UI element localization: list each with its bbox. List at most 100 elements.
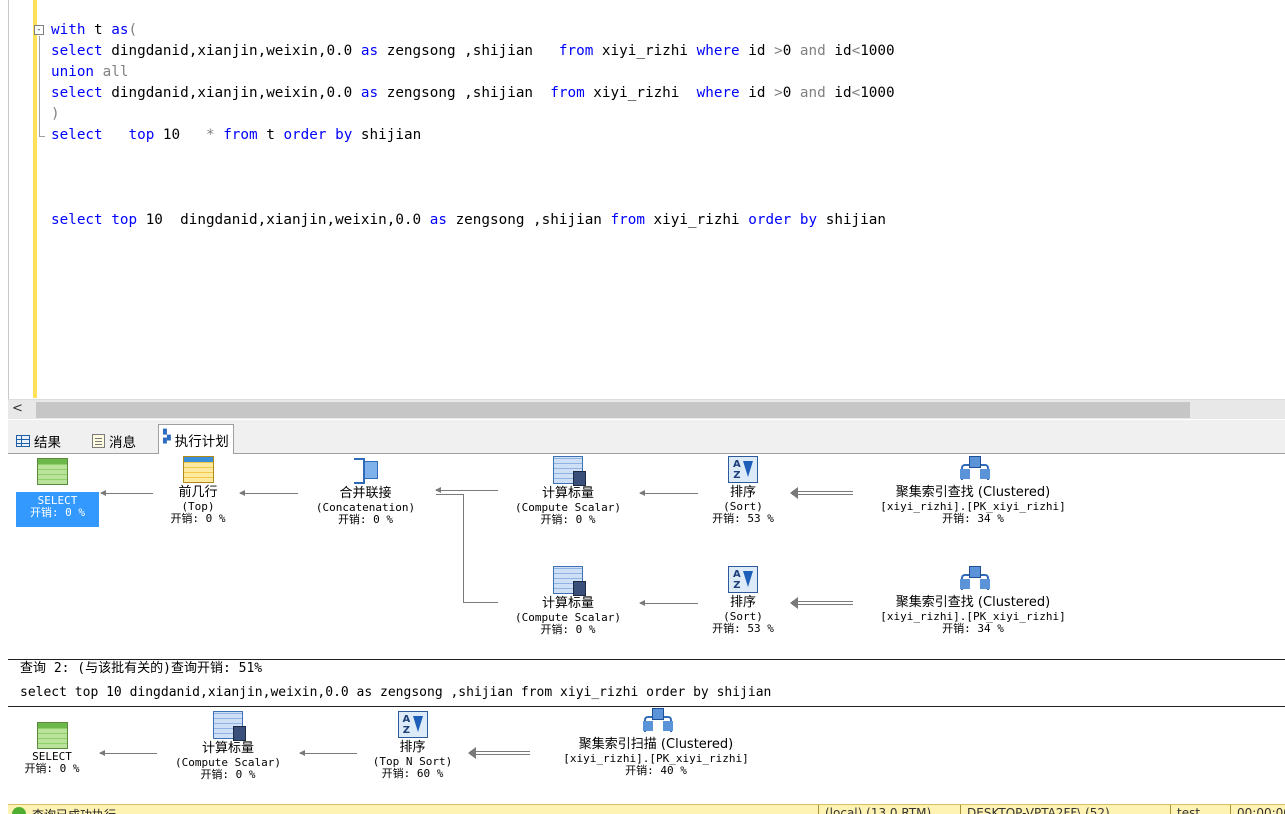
code-token: 10 dingdanid,xianjin,weixin,0.0 (137, 212, 430, 228)
code-token: 1000 (860, 43, 895, 59)
code-token: as (360, 43, 379, 59)
node-cost: 开销: 40 % (625, 764, 687, 777)
code-token: all (102, 64, 129, 80)
code-line[interactable]: ) (51, 105, 60, 123)
plan-connector (463, 602, 498, 603)
clustered-index-seek-icon (957, 456, 990, 483)
plan2-select-node[interactable]: SELECT 开销: 0 % (16, 722, 88, 775)
code-token: select (51, 212, 103, 228)
plan1-compute-node-2[interactable]: 计算标量 (Compute Scalar) 开销: 0 % (503, 566, 633, 636)
code-token: from (550, 85, 585, 101)
node-cost: 开销: 0 % (540, 623, 596, 636)
scroll-left-icon[interactable]: < (12, 401, 23, 416)
code-token: from (610, 212, 645, 228)
plan-arrow (435, 487, 498, 493)
code-token: from (223, 127, 258, 143)
code-token: 10 (154, 127, 206, 143)
plan1-select-cost: 开销: 0 % (29, 506, 86, 519)
plan-connector (436, 494, 463, 495)
code-line[interactable]: select dingdanid,xianjin,weixin,0.0 as z… (51, 42, 895, 60)
code-token: zengsong ,shijian (446, 212, 611, 228)
code-token: < (851, 85, 861, 101)
status-separator (1170, 805, 1171, 814)
code-token: xiyi_rizhi (584, 85, 697, 101)
code-line[interactable]: with t as( (51, 21, 137, 39)
query2-cost-header: 查询 2: (与该批有关的)查询开销: 51% (20, 661, 263, 676)
scrollbar-thumb[interactable] (36, 402, 1190, 418)
status-server: (local) (13.0 RTM) (825, 806, 932, 814)
code-token: select (51, 127, 103, 143)
tab-results[interactable]: 结果 (12, 428, 65, 454)
plan1-select-node[interactable]: SELECT 开销: 0 % (16, 492, 99, 527)
plan1-compute-node-1[interactable]: 计算标量 (Compute Scalar) 开销: 0 % (503, 456, 633, 526)
plan-arrow (99, 750, 157, 756)
select-icon (36, 722, 68, 749)
node-name: 排序 (399, 740, 426, 755)
plan1-select-icon-wrap (30, 458, 74, 487)
sort-icon: AZ (397, 711, 428, 738)
code-token: t (257, 127, 284, 143)
plan2-compute-node[interactable]: 计算标量 (Compute Scalar) 开销: 0 % (163, 711, 293, 781)
plan1-sort-node-2[interactable]: AZ 排序 (Sort) 开销: 53 % (698, 566, 788, 635)
sort-icon: AZ (728, 566, 758, 593)
status-database: test (1177, 806, 1201, 814)
code-token: by (799, 212, 818, 228)
sql-editor[interactable]: - with t as(select dingdanid,xianjin,wei… (0, 0, 1285, 400)
code-token: xiyi_rizhi (644, 212, 749, 228)
node-cost: 开销: 0 % (337, 513, 394, 526)
plan-arrow (639, 490, 698, 496)
plan1-sort-node-1[interactable]: AZ 排序 (Sort) 开销: 53 % (698, 456, 788, 525)
code-token: 0 (782, 85, 800, 101)
code-token: order (748, 212, 792, 228)
node-name: 排序 (729, 595, 756, 610)
code-token: as (111, 22, 129, 38)
status-separator (818, 805, 819, 814)
code-token: ) (51, 106, 60, 122)
plan-arrow (639, 600, 698, 606)
code-line[interactable]: select top 10 * from t order by shijian (51, 126, 421, 144)
code-line[interactable]: select top 10 dingdanid,xianjin,weixin,0… (51, 211, 886, 229)
code-token: id (739, 43, 775, 59)
code-token: zengsong ,shijian (378, 43, 559, 59)
code-token: > (774, 85, 783, 101)
fold-guide-end (39, 136, 45, 137)
code-line[interactable]: select dingdanid,xianjin,weixin,0.0 as z… (51, 84, 895, 102)
tab-messages[interactable]: 消息 (88, 428, 140, 454)
code-token: > (774, 43, 783, 59)
execution-plan-pane[interactable]: SELECT 开销: 0 % 前几行 (Top) 开销: 0 % 合并联接 (C… (8, 455, 1285, 814)
top-icon (182, 456, 214, 483)
node-name: 前几行 (178, 485, 218, 500)
plan2-scan-node[interactable]: 聚集索引扫描 (Clustered) [xiyi_rizhi].[PK_xiyi… (536, 708, 776, 777)
sort-icon: AZ (728, 456, 758, 483)
plan1-concat-node[interactable]: 合并联接 (Concatenation) 开销: 0 % (303, 456, 428, 526)
code-token: with (51, 22, 86, 38)
tab-execution-plan[interactable]: ▚ ▘ 执行计划 (158, 424, 234, 454)
message-icon (92, 434, 105, 448)
code-token: ( (128, 22, 138, 38)
clustered-index-scan-icon (640, 708, 673, 735)
code-token: id (825, 85, 852, 101)
code-token: union (51, 64, 95, 80)
plan-icon: ▚ ▘ (163, 429, 171, 450)
query-divider (8, 706, 1285, 707)
tab-messages-label: 消息 (109, 435, 136, 451)
collapse-toggle-icon[interactable]: - (34, 25, 44, 35)
code-token: xiyi_rizhi (593, 43, 697, 59)
node-cost: 开销: 34 % (942, 622, 1004, 635)
plan2-sort-node[interactable]: AZ 排序 (Top N Sort) 开销: 60 % (360, 711, 465, 780)
code-line[interactable]: union all (51, 63, 128, 81)
plan1-seek-node-1[interactable]: 聚集索引查找 (Clustered) [xiyi_rizhi].[PK_xiyi… (853, 456, 1093, 525)
node-name: 排序 (729, 485, 756, 500)
plan1-top-node[interactable]: 前几行 (Top) 开销: 0 % (158, 456, 238, 525)
node-cost: 开销: 34 % (942, 512, 1004, 525)
node-cost: 开销: 53 % (712, 622, 774, 635)
code-token: top (111, 212, 138, 228)
code-token: top (128, 127, 155, 143)
plan1-seek-node-2[interactable]: 聚集索引查找 (Clustered) [xiyi_rizhi].[PK_xiyi… (853, 566, 1093, 635)
horizontal-scrollbar[interactable]: < (8, 399, 1285, 419)
node-cost: 开销: 0 % (540, 513, 596, 526)
status-connection: DESKTOP-VPTA2FF\ (52) (967, 806, 1110, 814)
code-token: order (283, 127, 327, 143)
node-cost: 开销: 0 % (170, 512, 226, 525)
